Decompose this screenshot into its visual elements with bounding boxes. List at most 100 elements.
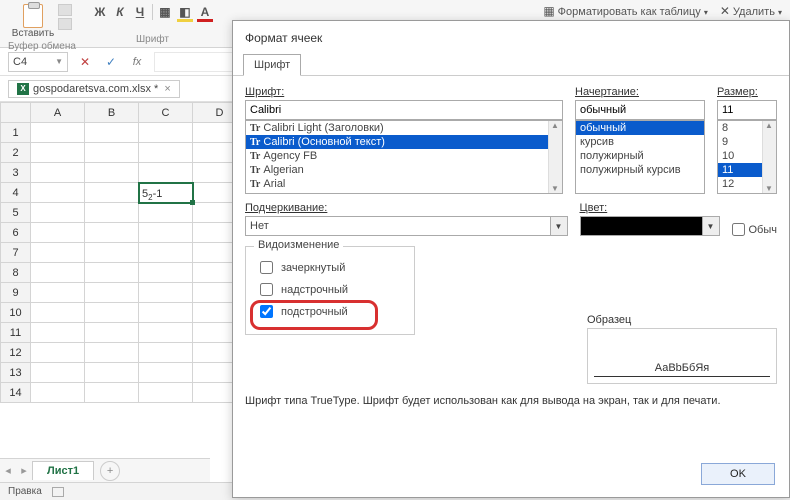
fill-color-button[interactable]: ◧: [177, 4, 193, 20]
cell[interactable]: [31, 283, 85, 303]
cell[interactable]: [139, 203, 193, 223]
insert-function-button[interactable]: fx: [128, 53, 146, 71]
style-input[interactable]: [575, 100, 705, 120]
cell[interactable]: [85, 383, 139, 403]
row-header[interactable]: 3: [1, 163, 31, 183]
sheet-nav-next[interactable]: ▸: [16, 464, 32, 477]
cell[interactable]: [139, 163, 193, 183]
row-header[interactable]: 9: [1, 283, 31, 303]
row-header[interactable]: 6: [1, 223, 31, 243]
cell[interactable]: [85, 143, 139, 163]
cell[interactable]: [31, 143, 85, 163]
cell[interactable]: [85, 243, 139, 263]
sheet-nav-prev[interactable]: ◂: [0, 464, 16, 477]
cell[interactable]: [85, 323, 139, 343]
size-input[interactable]: [717, 100, 777, 120]
cell[interactable]: [139, 323, 193, 343]
cell[interactable]: [139, 123, 193, 143]
list-item[interactable]: TrArial: [246, 177, 562, 191]
cell[interactable]: [139, 383, 193, 403]
list-item[interactable]: полужирный курсив: [576, 163, 704, 177]
name-box[interactable]: C4▼: [8, 52, 68, 72]
cell[interactable]: [139, 303, 193, 323]
tab-font[interactable]: Шрифт: [243, 54, 301, 76]
row-header[interactable]: 10: [1, 303, 31, 323]
list-item[interactable]: TrAgency FB: [246, 149, 562, 163]
macro-icon[interactable]: [52, 487, 64, 497]
row-header[interactable]: 2: [1, 143, 31, 163]
cell[interactable]: [31, 323, 85, 343]
add-sheet-button[interactable]: +: [100, 461, 120, 481]
workbook-tab[interactable]: X gospodaretsva.com.xlsx * ×: [8, 80, 180, 98]
cell[interactable]: [139, 143, 193, 163]
cell[interactable]: [31, 383, 85, 403]
row-header[interactable]: 5: [1, 203, 31, 223]
format-as-table-button[interactable]: ▦Форматировать как таблицу ▾: [543, 4, 708, 18]
list-item[interactable]: TrCalibri Light (Заголовки): [246, 121, 562, 135]
scrollbar[interactable]: [762, 121, 776, 193]
column-header[interactable]: B: [85, 103, 139, 123]
color-combo[interactable]: ▼: [580, 216, 720, 236]
cell[interactable]: [139, 283, 193, 303]
cell[interactable]: [31, 343, 85, 363]
italic-button[interactable]: К: [112, 4, 128, 20]
paste-button[interactable]: Вставить: [12, 4, 54, 39]
column-header[interactable]: C: [139, 103, 193, 123]
cell[interactable]: [31, 183, 85, 203]
list-item[interactable]: TrArial Black: [246, 191, 562, 194]
row-header[interactable]: 13: [1, 363, 31, 383]
row-header[interactable]: 7: [1, 243, 31, 263]
cell[interactable]: [85, 163, 139, 183]
ok-button[interactable]: OK: [701, 463, 775, 485]
border-button[interactable]: ▦: [157, 4, 173, 20]
bold-button[interactable]: Ж: [92, 4, 108, 20]
cell[interactable]: 52-1: [139, 183, 193, 203]
cell[interactable]: [31, 223, 85, 243]
cut-icon[interactable]: [58, 4, 72, 16]
cell[interactable]: [31, 303, 85, 323]
font-input[interactable]: [245, 100, 563, 120]
cell[interactable]: [85, 263, 139, 283]
select-all-corner[interactable]: [1, 103, 31, 123]
normal-font-checkbox[interactable]: Обыч: [732, 223, 778, 236]
size-listbox[interactable]: 8910111214: [717, 120, 777, 194]
cell[interactable]: [31, 203, 85, 223]
scrollbar[interactable]: [548, 121, 562, 193]
cell[interactable]: [85, 123, 139, 143]
cell[interactable]: [31, 263, 85, 283]
row-header[interactable]: 14: [1, 383, 31, 403]
cell[interactable]: [85, 183, 139, 203]
row-header[interactable]: 11: [1, 323, 31, 343]
list-item[interactable]: полужирный: [576, 149, 704, 163]
style-listbox[interactable]: обычныйкурсивполужирныйполужирный курсив: [575, 120, 705, 194]
cell[interactable]: [139, 343, 193, 363]
cell[interactable]: [85, 343, 139, 363]
underline-button[interactable]: Ч: [132, 4, 148, 20]
cell[interactable]: [85, 203, 139, 223]
cell[interactable]: [139, 223, 193, 243]
confirm-edit-button[interactable]: ✓: [102, 53, 120, 71]
cell[interactable]: [139, 363, 193, 383]
row-header[interactable]: 8: [1, 263, 31, 283]
list-item[interactable]: обычный: [576, 121, 704, 135]
list-item[interactable]: TrCalibri (Основной текст): [246, 135, 562, 149]
row-header[interactable]: 4: [1, 183, 31, 203]
cell[interactable]: [85, 363, 139, 383]
subscript-checkbox[interactable]: подстрочный: [256, 302, 404, 321]
cell[interactable]: [85, 303, 139, 323]
cell[interactable]: [31, 363, 85, 383]
row-header[interactable]: 1: [1, 123, 31, 143]
cell[interactable]: [31, 123, 85, 143]
column-header[interactable]: A: [31, 103, 85, 123]
cell[interactable]: [85, 223, 139, 243]
cell[interactable]: [85, 283, 139, 303]
delete-button[interactable]: ✕Удалить ▾: [720, 4, 782, 18]
underline-combo[interactable]: Нет ▼: [245, 216, 568, 236]
cancel-edit-button[interactable]: ✕: [76, 53, 94, 71]
font-color-button[interactable]: А: [197, 4, 213, 20]
list-item[interactable]: курсив: [576, 135, 704, 149]
font-listbox[interactable]: TrCalibri Light (Заголовки)TrCalibri (Ос…: [245, 120, 563, 194]
strikethrough-checkbox[interactable]: зачеркнутый: [256, 258, 404, 277]
cell[interactable]: [139, 263, 193, 283]
copy-icon[interactable]: [58, 18, 72, 30]
